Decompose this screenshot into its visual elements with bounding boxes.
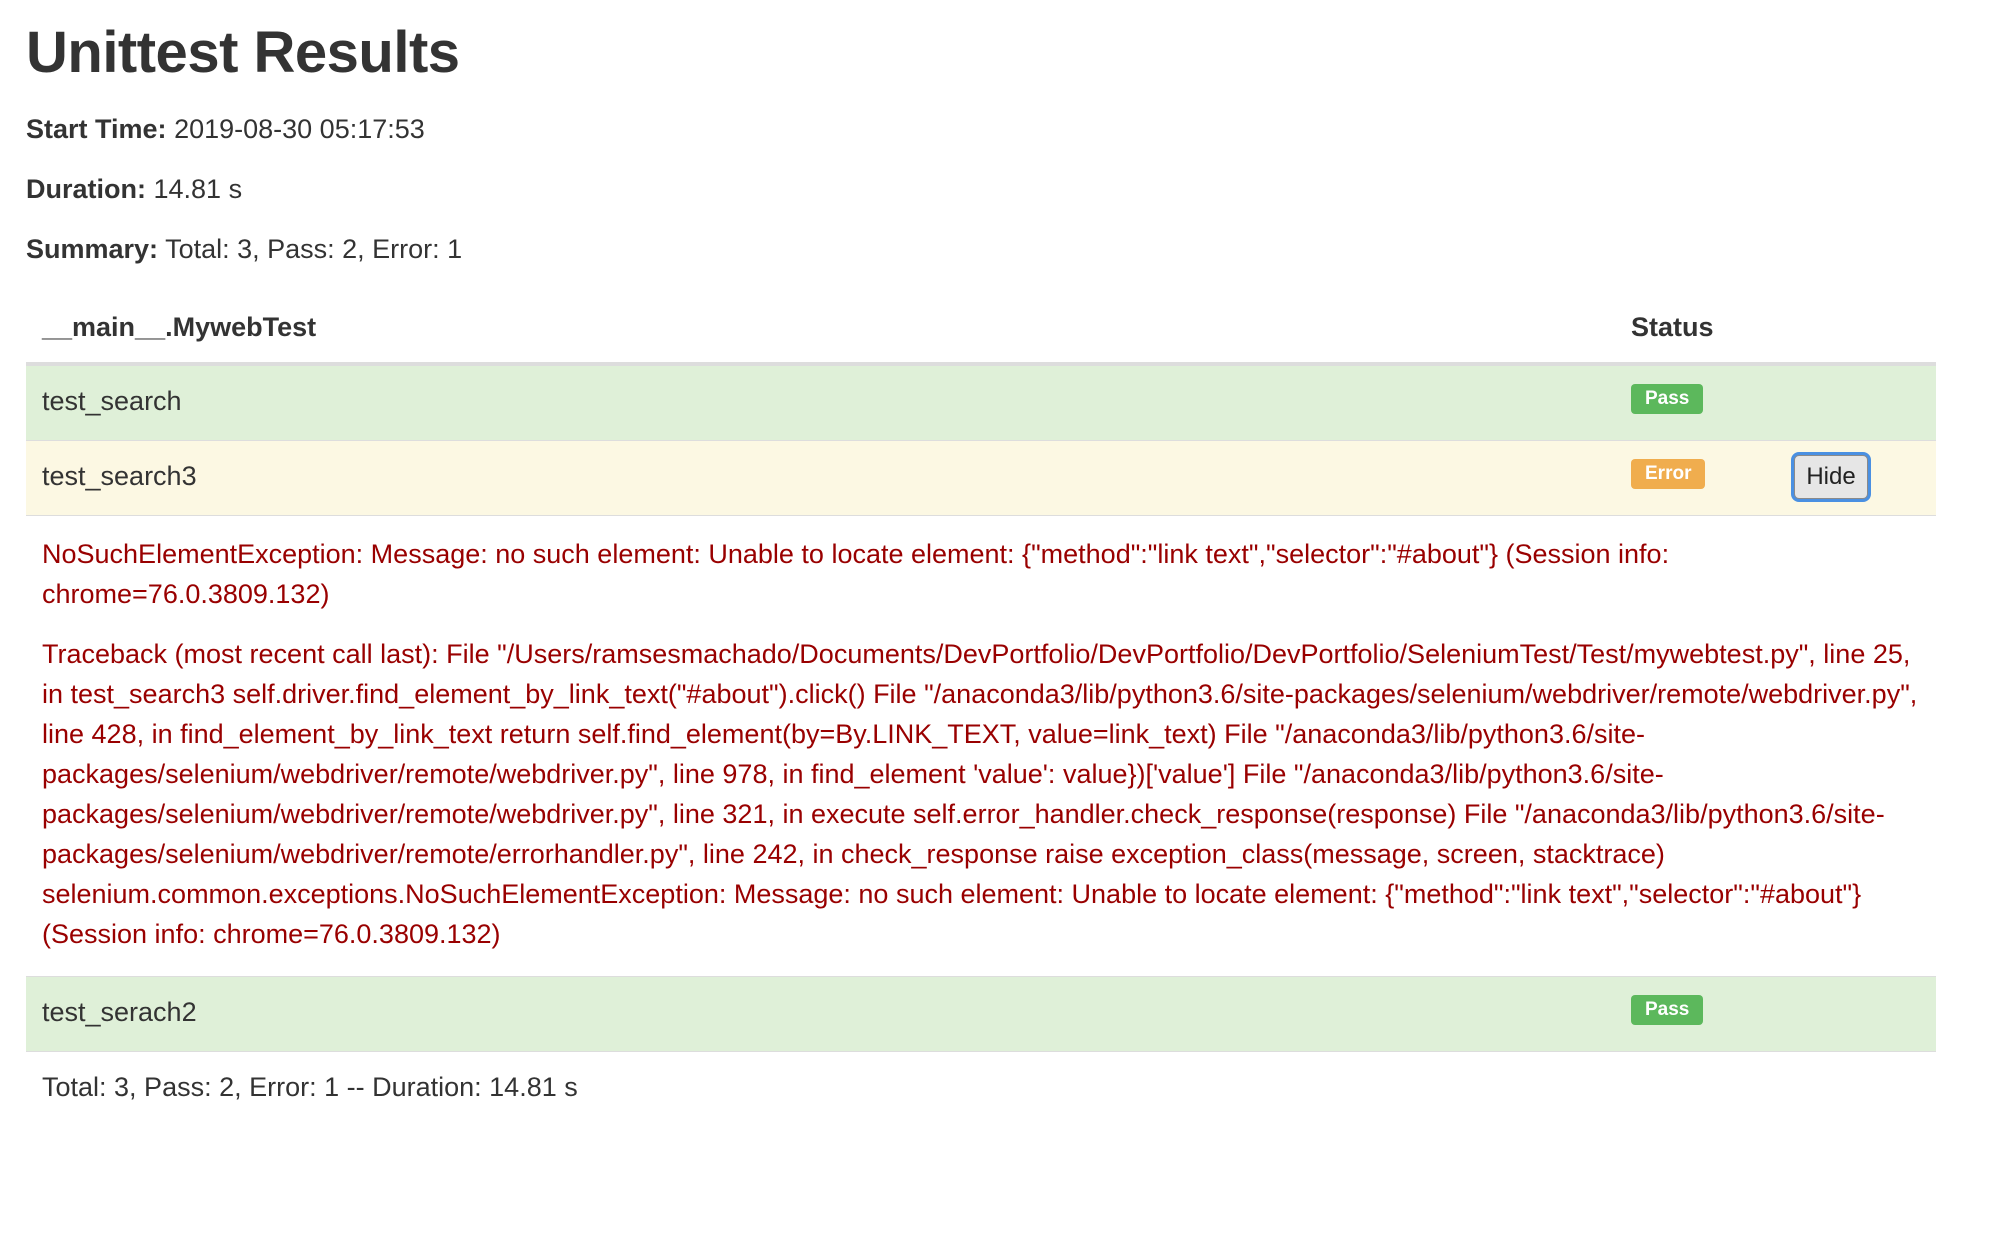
summary: Summary: Total: 3, Pass: 2, Error: 1: [26, 231, 1936, 267]
table-row: test_search Pass: [26, 365, 1936, 440]
total-summary: Total: 3, Pass: 2, Error: 1 -- Duration:…: [26, 1051, 1936, 1132]
table-header: __main__.MywebTest Status: [26, 300, 1936, 365]
error-traceback: Traceback (most recent call last): File …: [42, 639, 1918, 949]
duration-value: 14.81 s: [153, 174, 243, 204]
error-detail: NoSuchElementException: Message: no such…: [26, 515, 1936, 976]
start-time-label: Start Time:: [26, 114, 167, 144]
summary-value: Total: 3, Pass: 2, Error: 1: [165, 234, 463, 264]
duration-label: Duration:: [26, 174, 146, 204]
summary-label: Summary:: [26, 234, 159, 264]
hide-button[interactable]: Hide: [1794, 455, 1868, 499]
test-name: test_search3: [42, 461, 197, 491]
table-row: test_serach2 Pass: [26, 976, 1936, 1051]
header-test-class: __main__.MywebTest: [42, 312, 317, 342]
start-time: Start Time: 2019-08-30 05:17:53: [26, 111, 1936, 147]
results-table: __main__.MywebTest Status test_search Pa…: [26, 300, 1936, 1132]
status-badge: Error: [1631, 459, 1706, 489]
header-status: Status: [1631, 312, 1714, 342]
table-row: test_search3 Error Hide: [26, 440, 1936, 515]
test-name: test_search: [42, 386, 182, 416]
duration: Duration: 14.81 s: [26, 171, 1936, 207]
error-message: NoSuchElementException: Message: no such…: [42, 539, 1670, 609]
report-page: Unittest Results Start Time: 2019-08-30 …: [26, 0, 1936, 1102]
test-name: test_serach2: [42, 997, 197, 1027]
page-title: Unittest Results: [26, 20, 460, 85]
status-badge: Pass: [1631, 384, 1704, 414]
status-badge: Pass: [1631, 995, 1704, 1025]
start-time-value: 2019-08-30 05:17:53: [174, 114, 425, 144]
